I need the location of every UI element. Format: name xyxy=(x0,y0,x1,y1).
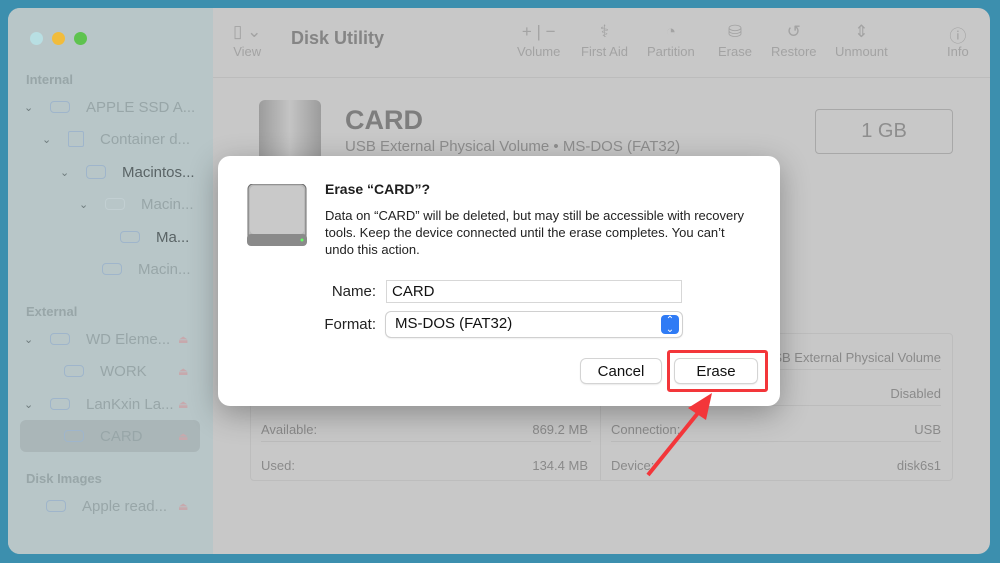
drive-icon xyxy=(64,365,84,377)
item-label: Macin... xyxy=(141,195,194,213)
sidebar-item[interactable]: ⌄ APPLE SSD A... xyxy=(24,94,195,120)
section-external: External xyxy=(26,304,78,319)
plus-minus-icon: + | − xyxy=(521,22,556,41)
zoom-button[interactable] xyxy=(74,32,87,45)
window-title: Disk Utility xyxy=(291,28,385,48)
close-button[interactable] xyxy=(30,32,43,45)
type-value: USB External Physical Volume xyxy=(763,350,941,365)
window-controls xyxy=(30,32,87,45)
unmount-icon: ⇕ xyxy=(854,22,869,41)
format-select[interactable]: MS-DOS (FAT32) ⌃ ⌄ xyxy=(386,312,682,337)
section-disk-images: Disk Images xyxy=(26,471,102,486)
drive-icon xyxy=(46,500,66,512)
external-drive-icon xyxy=(247,184,307,246)
view-button[interactable]: ▯ ⌄ View xyxy=(233,22,261,59)
eject-icon[interactable]: ⏏ xyxy=(178,500,188,513)
item-label: Macin... xyxy=(138,260,191,278)
sidebar-item[interactable]: ⌄ Macin... xyxy=(79,191,194,217)
info-icon: ⓘ xyxy=(949,27,967,46)
sidebar-item[interactable]: Ma... xyxy=(120,224,189,250)
item-label: Macintos... xyxy=(122,163,195,181)
container-icon xyxy=(68,131,84,147)
volume-layers-icon xyxy=(86,165,106,179)
label: Restore xyxy=(771,44,817,59)
chevron-updown-icon: ⌃ ⌄ xyxy=(661,315,679,335)
name-input[interactable]: CARD xyxy=(386,280,682,303)
volume-subtitle: USB External Physical Volume • MS-DOS (F… xyxy=(345,138,681,155)
used-value: 134.4 MB xyxy=(532,458,588,473)
item-label: Apple read... xyxy=(82,497,168,515)
item-label: Ma... xyxy=(156,228,190,246)
device-value: disk6s1 xyxy=(896,458,941,473)
unmount-button[interactable]: ⇕ Unmount xyxy=(835,22,888,59)
sidebar-item[interactable]: ⌄ Container d... xyxy=(42,126,190,152)
drive-icon xyxy=(50,333,70,345)
volume-size: 1 GB xyxy=(815,109,953,154)
toolbar: ▯ ⌄ View Disk Utility + | − Volume ⚕ First … xyxy=(213,8,990,78)
item-label: Container d... xyxy=(100,130,191,148)
label: Unmount xyxy=(835,44,888,59)
format-label: Format: xyxy=(324,316,376,333)
connection-value: USB xyxy=(914,422,941,437)
sidebar-item[interactable]: ⌄ LanKxin La... xyxy=(24,391,174,417)
label: Partition xyxy=(647,44,695,59)
volume-button[interactable]: + | − Volume xyxy=(517,22,560,59)
label: Volume xyxy=(517,44,561,59)
drive-icon xyxy=(120,231,140,243)
sidebar-item[interactable]: Apple read... xyxy=(46,493,167,519)
label: First Aid xyxy=(581,44,628,59)
erase-drive-icon: ⛁ xyxy=(727,22,743,41)
drive-icon xyxy=(64,430,84,442)
available-label: Available: xyxy=(261,422,318,437)
cancel-button[interactable]: Cancel xyxy=(581,359,661,383)
drive-icon xyxy=(105,198,125,210)
eject-icon[interactable]: ⏏ xyxy=(178,430,188,443)
section-internal: Internal xyxy=(26,72,73,87)
first-aid-button[interactable]: ⚕ First Aid xyxy=(581,22,628,59)
item-label: CARD xyxy=(100,427,143,445)
sidebar-item[interactable]: WORK xyxy=(64,358,147,384)
info-button[interactable]: ⓘ Info xyxy=(947,22,969,59)
item-label: WORK xyxy=(100,362,147,380)
used-label: Used: xyxy=(261,458,295,473)
item-label: WD Eleme... xyxy=(86,330,171,348)
minimize-button[interactable] xyxy=(52,32,65,45)
stethoscope-icon: ⚕ xyxy=(599,22,610,41)
sidebar-toggle-icon: ▯ ⌄ xyxy=(233,22,262,41)
restore-icon: ↺ xyxy=(786,22,801,41)
sidebar-item[interactable]: ⌄ Macintos... xyxy=(60,159,195,185)
eject-icon[interactable]: ⏏ xyxy=(178,333,188,346)
pie-icon: ◔ xyxy=(665,22,676,41)
drive-icon xyxy=(50,398,70,410)
item-label: LanKxin La... xyxy=(86,395,174,413)
annotation-highlight-box xyxy=(667,350,768,392)
sidebar-item[interactable]: Macin... xyxy=(102,256,191,282)
dialog-title: Erase “CARD”? xyxy=(325,181,431,197)
drive-icon xyxy=(102,263,122,275)
volume-name: CARD xyxy=(345,105,423,135)
label: Info xyxy=(947,44,969,59)
eject-icon[interactable]: ⏏ xyxy=(178,398,188,411)
owners-value: Disabled xyxy=(890,386,941,401)
sidebar-item-card[interactable]: CARD xyxy=(64,423,143,449)
dialog-message: Data on “CARD” will be deleted, but may … xyxy=(325,208,745,257)
sidebar: Internal ⌄ APPLE SSD A... ⌄ Container d...… xyxy=(8,8,213,554)
available-value: 869.2 MB xyxy=(532,422,588,437)
sidebar-item[interactable]: ⌄ WD Eleme... xyxy=(24,326,170,352)
restore-button[interactable]: ↺ Restore xyxy=(771,22,817,59)
label: Erase xyxy=(718,44,752,59)
erase-button[interactable]: ⛁ Erase xyxy=(718,22,752,59)
annotation-arrow-icon xyxy=(646,393,712,477)
partition-button[interactable]: ◔ Partition xyxy=(647,22,695,59)
label: View xyxy=(233,44,262,59)
eject-icon[interactable]: ⏏ xyxy=(178,365,188,378)
name-label: Name: xyxy=(331,283,376,300)
item-label: APPLE SSD A... xyxy=(86,98,196,116)
drive-icon xyxy=(50,101,70,113)
format-value: MS-DOS (FAT32) xyxy=(395,315,513,332)
